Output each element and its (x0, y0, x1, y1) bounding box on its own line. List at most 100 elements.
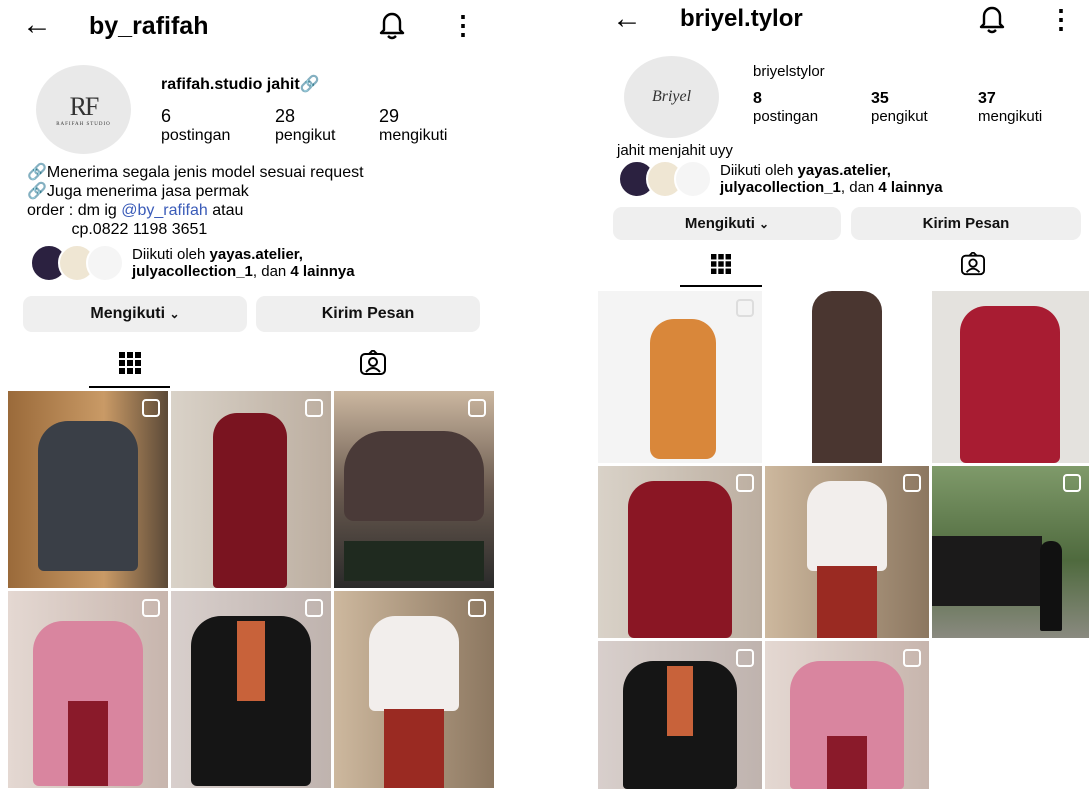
avatar[interactable]: Briyel (624, 56, 719, 138)
post-thumbnail[interactable] (171, 391, 331, 588)
post-thumbnail[interactable] (171, 591, 331, 788)
post-image-orange-dress (650, 319, 716, 459)
grid-icon (118, 352, 141, 374)
top-bar: ← briyel.tylor ⋮ (598, 0, 1089, 50)
multiple-photos-icon (903, 649, 921, 667)
post-image-table (344, 541, 484, 581)
post-image-sash (68, 701, 108, 786)
profile-screen-by-rafifah: ← by_rafifah ⋮ RF RAFIFAH STUDIO rafifah… (0, 0, 502, 792)
post-thumbnail[interactable] (932, 291, 1089, 463)
following-button[interactable]: Mengikuti ⌄ (23, 296, 247, 332)
link-icon: 🔗 (27, 183, 47, 200)
multiple-photos-icon (736, 474, 754, 492)
avatar[interactable]: RF RAFIFAH STUDIO (36, 65, 131, 154)
empty-grid-cell (932, 641, 1089, 789)
stat-followers[interactable]: 35 pengikut (871, 90, 928, 125)
stat-followers[interactable]: 28 pengikut (275, 106, 336, 145)
top-bar: ← by_rafifah ⋮ (0, 0, 502, 50)
post-thumbnail[interactable] (598, 466, 762, 638)
following-button[interactable]: Mengikuti ⌄ (613, 207, 841, 240)
bio: 🔗Menerima segala jenis model sesuai requ… (27, 164, 364, 238)
post-image-batik-wrap (817, 566, 877, 638)
more-options-icon[interactable]: ⋮ (1048, 6, 1074, 32)
stat-following[interactable]: 29 mengikuti (379, 106, 447, 145)
post-image-white-kebaya (807, 481, 887, 571)
more-options-icon[interactable]: ⋮ (450, 12, 476, 38)
post-image-kebaya (369, 616, 459, 711)
profile-username: briyel.tylor (680, 5, 803, 32)
post-image-shirt (38, 421, 138, 571)
post-thumbnail[interactable] (334, 391, 494, 588)
post-thumbnail[interactable] (8, 591, 168, 788)
post-thumbnail[interactable] (8, 391, 168, 588)
posts-grid (8, 391, 494, 788)
chevron-down-icon: ⌄ (169, 307, 180, 321)
post-image-maroon-dress (628, 481, 732, 638)
back-arrow-icon[interactable]: ← (22, 10, 52, 40)
post-image-sash (827, 736, 867, 789)
person-tag-icon (961, 251, 985, 275)
multiple-photos-icon (903, 474, 921, 492)
post-thumbnail[interactable] (765, 466, 929, 638)
multiple-photos-icon (305, 599, 323, 617)
post-thumbnail[interactable] (765, 641, 929, 789)
posts-grid (598, 291, 1089, 789)
link-icon: 🔗 (27, 164, 47, 181)
send-message-button[interactable]: Kirim Pesan (851, 207, 1081, 240)
person-tag-icon (359, 350, 386, 375)
multiple-photos-icon (305, 399, 323, 417)
tab-posts-grid[interactable] (89, 340, 170, 388)
post-image-dress (213, 413, 287, 588)
post-image-group (344, 431, 484, 521)
stat-posts[interactable]: 8 postingan (753, 90, 818, 125)
multiple-photos-icon (142, 399, 160, 417)
post-image-batik-skirt (812, 291, 882, 463)
multiple-photos-icon (468, 399, 486, 417)
post-image-collar (237, 621, 265, 701)
tab-tagged[interactable] (332, 340, 413, 386)
avatar-logo-text: RF (69, 92, 100, 121)
followed-by[interactable]: Diikuti oleh yayas.atelier, julyacollect… (30, 244, 355, 282)
profile-name: briyelstylor (753, 63, 825, 80)
post-image-batik-cloth (932, 536, 1042, 606)
chevron-down-icon: ⌄ (759, 216, 770, 231)
post-thumbnail[interactable] (765, 291, 929, 463)
grid-icon (711, 253, 731, 274)
post-thumbnail[interactable] (334, 591, 494, 788)
post-image-person (1040, 541, 1062, 631)
multiple-photos-icon (142, 599, 160, 617)
bell-icon[interactable] (978, 4, 1006, 39)
post-thumbnail[interactable] (598, 291, 762, 463)
followed-by[interactable]: Diikuti oleh yayas.atelier, julyacollect… (618, 160, 943, 198)
profile-tabs (598, 242, 1089, 290)
post-thumbnail[interactable] (598, 641, 762, 789)
post-thumbnail[interactable] (932, 466, 1089, 638)
post-image-batik-skirt (384, 709, 444, 788)
mention-link[interactable]: @by_rafifah (121, 202, 208, 219)
followed-by-text: Diikuti oleh yayas.atelier, julyacollect… (720, 162, 943, 196)
profile-username: by_rafifah (89, 12, 209, 40)
multiple-photos-icon (736, 649, 754, 667)
follower-avatar (86, 244, 124, 282)
post-image-collar (667, 666, 693, 736)
bell-icon[interactable] (378, 10, 406, 45)
profile-tabs (0, 340, 502, 388)
tab-posts-grid[interactable] (680, 242, 762, 287)
avatar-logo-text: Briyel (651, 88, 692, 105)
stat-following[interactable]: 37 mengikuti (978, 90, 1042, 125)
multiple-photos-icon (1063, 474, 1081, 492)
bio: jahit menjahit uyy (617, 142, 733, 159)
follower-avatar (674, 160, 712, 198)
send-message-button[interactable]: Kirim Pesan (256, 296, 480, 332)
profile-screen-briyel-tylor: ← briyel.tylor ⋮ Briyel briyelstylor 8 p… (598, 0, 1089, 792)
multiple-photos-icon (736, 299, 754, 317)
stat-posts[interactable]: 6 postingan (161, 106, 230, 145)
tab-tagged[interactable] (932, 242, 1014, 285)
post-image-red-kebaya (960, 306, 1060, 463)
link-icon: 🔗 (299, 76, 320, 93)
back-arrow-icon[interactable]: ← (612, 4, 642, 34)
profile-name: rafifah.studio jahit🔗 (161, 76, 320, 93)
multiple-photos-icon (468, 599, 486, 617)
followed-by-text: Diikuti oleh yayas.atelier, julyacollect… (132, 246, 355, 280)
avatar-logo-caption: RAFIFAH STUDIO (56, 122, 111, 127)
